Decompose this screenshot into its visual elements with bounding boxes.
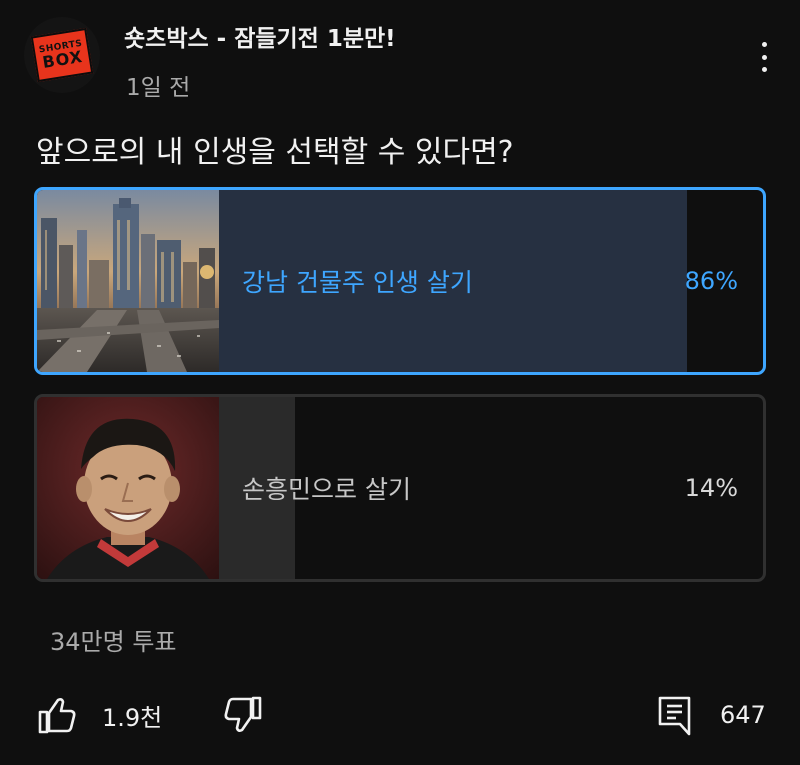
poll-option-1[interactable]: 강남 건물주 인생 살기 86% [34, 187, 766, 375]
dislike-button[interactable] [222, 694, 264, 736]
shorts-box-logo: SHORTS BOX [30, 27, 94, 83]
post-timestamp: 1일 전 [126, 75, 191, 101]
more-options-icon[interactable] [752, 42, 776, 72]
comment-icon [658, 696, 691, 736]
son-heung-min-thumbnail [37, 397, 219, 579]
logo-text-big: BOX [41, 46, 85, 72]
thumbs-up-icon [38, 698, 76, 734]
gangnam-city-thumbnail [37, 190, 219, 372]
like-count: 1.9천 [102, 703, 163, 732]
thumbs-down-icon [224, 696, 262, 732]
vote-count: 34만명 투표 [50, 628, 177, 656]
like-button[interactable]: 1.9천 [36, 694, 162, 736]
poll-option-label: 강남 건물주 인생 살기 [242, 268, 473, 297]
poll-question: 앞으로의 내 인생을 선택할 수 있다면? [36, 135, 514, 170]
comment-count: 647 [720, 701, 766, 729]
channel-name[interactable]: 숏츠박스 - 잠들기전 1분만! [124, 19, 396, 53]
comments-button[interactable]: 647 [656, 694, 766, 736]
poll-option-percent: 14% [684, 474, 738, 502]
poll-option-percent: 86% [684, 267, 738, 295]
channel-avatar[interactable]: SHORTS BOX [24, 17, 100, 93]
poll-option-label: 손흥민으로 살기 [242, 475, 411, 504]
poll-option-2[interactable]: 손흥민으로 살기 14% [34, 394, 766, 582]
